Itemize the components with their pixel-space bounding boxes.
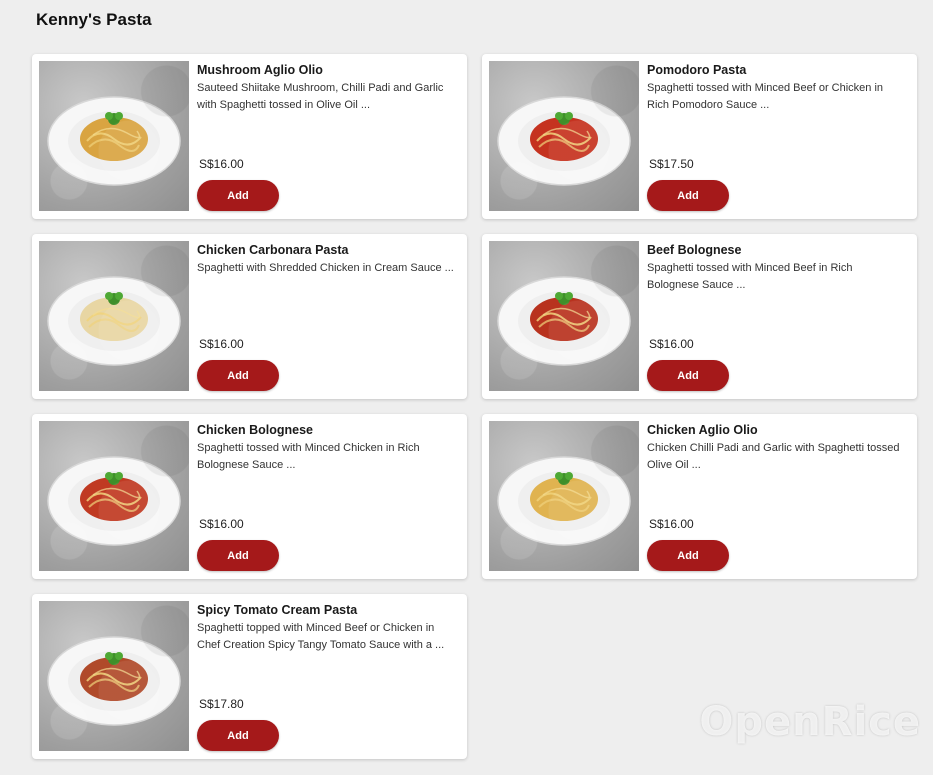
add-to-cart-button[interactable]: Add [647, 540, 729, 571]
dish-photo[interactable] [39, 61, 189, 211]
dish-description: Sauteed Shiitake Mushroom, Chilli Padi a… [197, 82, 444, 111]
dish-price: S$17.50 [649, 157, 694, 171]
menu-item-card[interactable]: Spicy Tomato Cream Pasta Spaghetti topped… [32, 594, 467, 759]
dish-info: Spicy Tomato Cream Pasta Spaghetti topped… [197, 603, 455, 654]
add-to-cart-button[interactable]: Add [197, 360, 279, 391]
dish-info: Chicken Aglio Olio Chicken Chilli Padi an… [647, 423, 905, 474]
dish-info: Pomodoro Pasta Spaghetti tossed with Minc… [647, 63, 905, 114]
add-to-cart-button[interactable]: Add [647, 360, 729, 391]
dish-photo[interactable] [39, 601, 189, 751]
dish-name[interactable]: Mushroom Aglio Olio [197, 63, 455, 78]
menu-grid: Mushroom Aglio Olio Sauteed Shiitake Mush… [32, 54, 917, 759]
dish-name[interactable]: Beef Bolognese [647, 243, 905, 258]
dish-name[interactable]: Chicken Carbonara Pasta [197, 243, 455, 258]
add-to-cart-button[interactable]: Add [197, 180, 279, 211]
dish-photo[interactable] [39, 421, 189, 571]
dish-photo[interactable] [489, 241, 639, 391]
menu-item-card[interactable]: Chicken Aglio Olio Chicken Chilli Padi an… [482, 414, 917, 579]
dish-price: S$16.00 [199, 337, 244, 351]
dish-info: Beef Bolognese Spaghetti tossed with Minc… [647, 243, 905, 294]
add-to-cart-button[interactable]: Add [647, 180, 729, 211]
menu-item-card[interactable]: Chicken Bolognese Spaghetti tossed with M… [32, 414, 467, 579]
dish-price: S$16.00 [649, 337, 694, 351]
menu-item-card[interactable]: Chicken Carbonara Pasta Spaghetti with Sh… [32, 234, 467, 399]
dish-name[interactable]: Chicken Aglio Olio [647, 423, 905, 438]
dish-description: Chicken Chilli Padi and Garlic with Spag… [647, 442, 900, 471]
add-to-cart-button[interactable]: Add [197, 540, 279, 571]
dish-info: Chicken Bolognese Spaghetti tossed with M… [197, 423, 455, 474]
dish-photo[interactable] [39, 241, 189, 391]
dish-price: S$16.00 [199, 517, 244, 531]
dish-description: Spaghetti topped with Minced Beef or Chi… [197, 622, 445, 651]
dish-name[interactable]: Chicken Bolognese [197, 423, 455, 438]
section-title: Kenny's Pasta [36, 10, 152, 29]
dish-info: Mushroom Aglio Olio Sauteed Shiitake Mush… [197, 63, 455, 114]
dish-price: S$16.00 [649, 517, 694, 531]
openrice-watermark: OpenRice [699, 699, 921, 745]
dish-photo[interactable] [489, 421, 639, 571]
dish-photo[interactable] [489, 61, 639, 211]
menu-item-card[interactable]: Mushroom Aglio Olio Sauteed Shiitake Mush… [32, 54, 467, 219]
dish-description: Spaghetti with Shredded Chicken in Cream… [197, 262, 454, 274]
dish-price: S$17.80 [199, 697, 244, 711]
dish-name[interactable]: Spicy Tomato Cream Pasta [197, 603, 455, 618]
add-to-cart-button[interactable]: Add [197, 720, 279, 751]
dish-name[interactable]: Pomodoro Pasta [647, 63, 905, 78]
menu-item-card[interactable]: Pomodoro Pasta Spaghetti tossed with Minc… [482, 54, 917, 219]
dish-price: S$16.00 [199, 157, 244, 171]
menu-item-card[interactable]: Beef Bolognese Spaghetti tossed with Minc… [482, 234, 917, 399]
dish-description: Spaghetti tossed with Minced Beef or Chi… [647, 82, 884, 111]
dish-info: Chicken Carbonara Pasta Spaghetti with Sh… [197, 243, 455, 277]
dish-description: Spaghetti tossed with Minced Beef in Ric… [647, 262, 853, 291]
dish-description: Spaghetti tossed with Minced Chicken in … [197, 442, 420, 471]
